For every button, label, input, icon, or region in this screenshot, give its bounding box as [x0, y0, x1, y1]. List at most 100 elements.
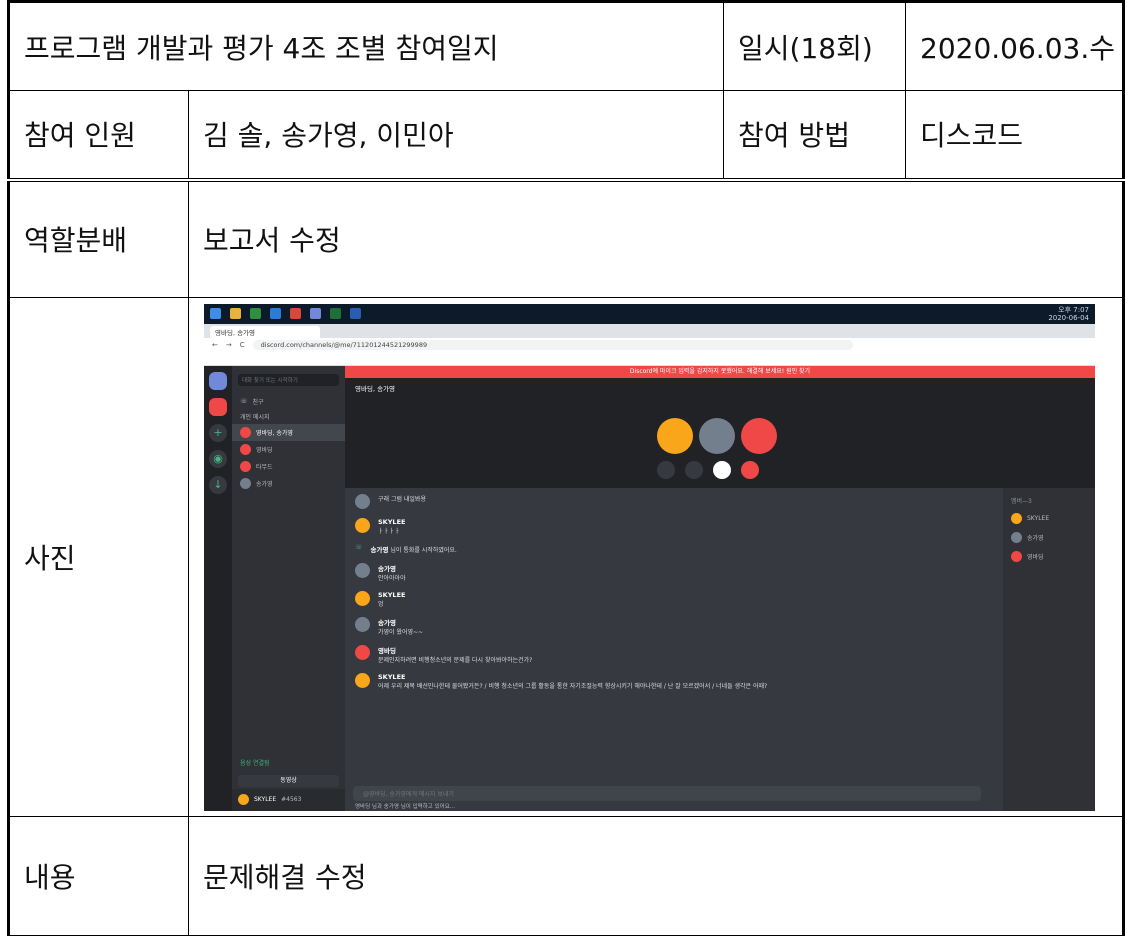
- dm-item[interactable]: 타무드: [232, 458, 345, 475]
- forward-icon[interactable]: →: [226, 341, 232, 349]
- avatar: [1011, 512, 1022, 524]
- bookmarks-bar: [204, 351, 1095, 366]
- voice-status: 음성 연결됨: [240, 759, 270, 767]
- back-icon[interactable]: ←: [212, 341, 218, 349]
- mic-warning-banner: Discord에 마이크 입력을 감지하지 못했어요. 해결해 보세요! 원인 …: [345, 365, 1095, 378]
- avatar: [741, 417, 777, 454]
- reload-icon[interactable]: C: [240, 341, 245, 349]
- windows-taskbar: 오후 7:07 2020-06-04: [204, 303, 1095, 324]
- member-item[interactable]: 영바딩: [1011, 550, 1087, 562]
- add-server-icon[interactable]: +: [209, 423, 227, 442]
- user-tag: #4563: [281, 796, 302, 803]
- method-value: 디스코드: [905, 90, 1125, 182]
- date-label: 일시(18회): [723, 1, 907, 91]
- message-text: 어제 우리 제목 배선민나한테 물어봤거든? / 비행 청소년의 그룹 활동을 …: [378, 682, 768, 690]
- typing-indicator: 영바딩 님과 송가영 님이 입력하고 있어요...: [355, 803, 456, 810]
- dm-item[interactable]: 영바딩: [232, 441, 345, 458]
- roles-label: 역할분배: [8, 179, 189, 298]
- member-list: 멤버—3 SKYLEE 송가영 영바딩: [1003, 487, 1095, 811]
- message-text: 가영이 왔어영~~: [378, 628, 424, 636]
- member-name: SKYLEE: [1027, 514, 1050, 522]
- dm-item-label: 영바딩, 송가영: [256, 429, 293, 437]
- avatar: [355, 672, 370, 688]
- message-author: 송가영: [378, 618, 396, 627]
- clock: 오후 7:07 2020-06-04: [1048, 306, 1089, 322]
- avatar: [240, 426, 251, 438]
- avatar: [238, 794, 249, 805]
- message-list: 구래 그럼 내일봐용 SKYLEE ㅏㅏㅏㅏ ☏ 송가영 님이 통화를 시작하였어요…: [345, 488, 965, 705]
- member-name: 송가영: [1027, 534, 1044, 542]
- member-item[interactable]: SKYLEE: [1011, 512, 1087, 524]
- dm-item-label: 송가영: [256, 480, 273, 488]
- participants-label: 참여 인원: [8, 90, 189, 182]
- avatar: [240, 443, 251, 455]
- camera-icon[interactable]: [657, 460, 675, 479]
- dm-item-group[interactable]: 영바딩, 송가영: [232, 423, 345, 441]
- photo-label: 사진: [8, 297, 189, 817]
- avatar: [1011, 550, 1022, 562]
- video-button[interactable]: 동영상: [238, 774, 339, 787]
- discord-app: + ◉ ↓ 대화 찾기 또는 시작하기 ☏ 친구 개인 메시지 영바딩, 송가영 …: [204, 365, 1095, 811]
- call-notice: ☏ 송가영 님이 통화를 시작하였어요.: [355, 544, 955, 554]
- dm-search-input[interactable]: 대화 찾기 또는 시작하기: [238, 373, 339, 386]
- discord-home-icon[interactable]: [209, 371, 227, 390]
- photo-row: 사진 오후 7:07 2020-06-04 영바딩, 송가영 ← → C dis…: [8, 297, 1125, 817]
- message-input[interactable]: @영바딩, 송가영에게 메시지 보내기: [353, 785, 981, 801]
- message-text: 구래 그럼 내일봐용: [378, 495, 426, 503]
- message-author: SKYLEE: [378, 590, 406, 599]
- banner-link[interactable]: 원인 찾기: [786, 368, 810, 375]
- document-title: 프로그램 개발과 평가 4조 조별 참여일지: [7, 1, 725, 91]
- address-input[interactable]: discord.com/channels/@me/711201244521299…: [252, 339, 853, 350]
- members-header: 멤버—3: [1011, 497, 1032, 505]
- participants-row: 참여 인원 김 솔, 송가영, 이민아 참여 방법 디스코드: [8, 90, 1125, 182]
- browser-tab[interactable]: 영바딩, 송가영: [210, 325, 320, 338]
- screen-share-icon[interactable]: [685, 460, 703, 479]
- explore-icon[interactable]: ◉: [209, 449, 227, 468]
- avatar: [355, 493, 370, 509]
- content-row: 내용 문제해결 수정: [8, 816, 1125, 936]
- user-panel: SKYLEE #4563: [232, 788, 345, 811]
- discord-screenshot: 오후 7:07 2020-06-04 영바딩, 송가영 ← → C discord…: [204, 303, 1095, 811]
- dm-sidebar: 대화 찾기 또는 시작하기 ☏ 친구 개인 메시지 영바딩, 송가영 영바딩 타무…: [232, 365, 345, 811]
- chat-main: Discord에 마이크 입력을 감지하지 못했어요. 해결해 보세요! 원인 …: [345, 365, 1095, 811]
- clock-time: 오후 7:07: [1058, 305, 1089, 314]
- method-label: 참여 방법: [723, 90, 907, 182]
- username: SKYLEE: [254, 796, 277, 803]
- avatar: [355, 644, 370, 660]
- message-text: ㅏㅏㅏㅏ: [378, 527, 401, 535]
- friends-link[interactable]: ☏ 친구: [232, 394, 345, 409]
- edge-icon: [270, 308, 281, 319]
- store-icon: [250, 308, 261, 319]
- message: 영바딩 문제인지하려면 비행청소년의 문제를 다시 찾아봐야하는건가?: [355, 644, 955, 664]
- chrome-icon: [290, 308, 301, 319]
- discord-task-icon: [310, 308, 321, 319]
- member-item[interactable]: 송가영: [1011, 531, 1087, 543]
- mic-icon[interactable]: [713, 460, 731, 479]
- avatar: [355, 590, 370, 606]
- hang-up-icon[interactable]: [741, 460, 759, 479]
- avatar: [240, 477, 251, 489]
- excel-icon: [330, 308, 341, 319]
- participation-log-document: 프로그램 개발과 평가 4조 조별 참여일지 일시(18회) 2020.06.0…: [7, 0, 1126, 936]
- message: 송가영 가영이 왔어영~~: [355, 616, 955, 636]
- browser-urlbar: ← → C discord.com/channels/@me/711201244…: [204, 337, 1095, 352]
- message-text: 안아아아아: [378, 574, 406, 582]
- avatar: [699, 417, 735, 454]
- roles-value: 보고서 수정: [187, 179, 1125, 298]
- friends-label: 친구: [252, 398, 264, 406]
- avatar: [657, 417, 693, 454]
- dm-item[interactable]: 송가영: [232, 475, 345, 492]
- call-controls: [657, 460, 759, 479]
- message-author: 영바딩: [378, 646, 396, 655]
- download-icon[interactable]: ↓: [209, 475, 227, 494]
- roles-row: 역할분배 보고서 수정: [8, 179, 1125, 298]
- message: 구래 그럼 내일봐용: [355, 493, 955, 509]
- log-table: 프로그램 개발과 평가 4조 조별 참여일지 일시(18회) 2020.06.0…: [7, 0, 1126, 936]
- message: SKYLEE 어제 우리 제목 배선민나한테 물어봤거든? / 비행 청소년의 그…: [355, 672, 955, 690]
- server-icon[interactable]: [209, 397, 227, 416]
- call-panel: 영바딩, 송가영: [345, 377, 1095, 488]
- message: SKYLEE ㅏㅏㅏㅏ: [355, 517, 955, 535]
- message-author: 송가영: [370, 545, 389, 554]
- avatar: [355, 562, 370, 578]
- message: 송가영 안아아아아: [355, 562, 955, 582]
